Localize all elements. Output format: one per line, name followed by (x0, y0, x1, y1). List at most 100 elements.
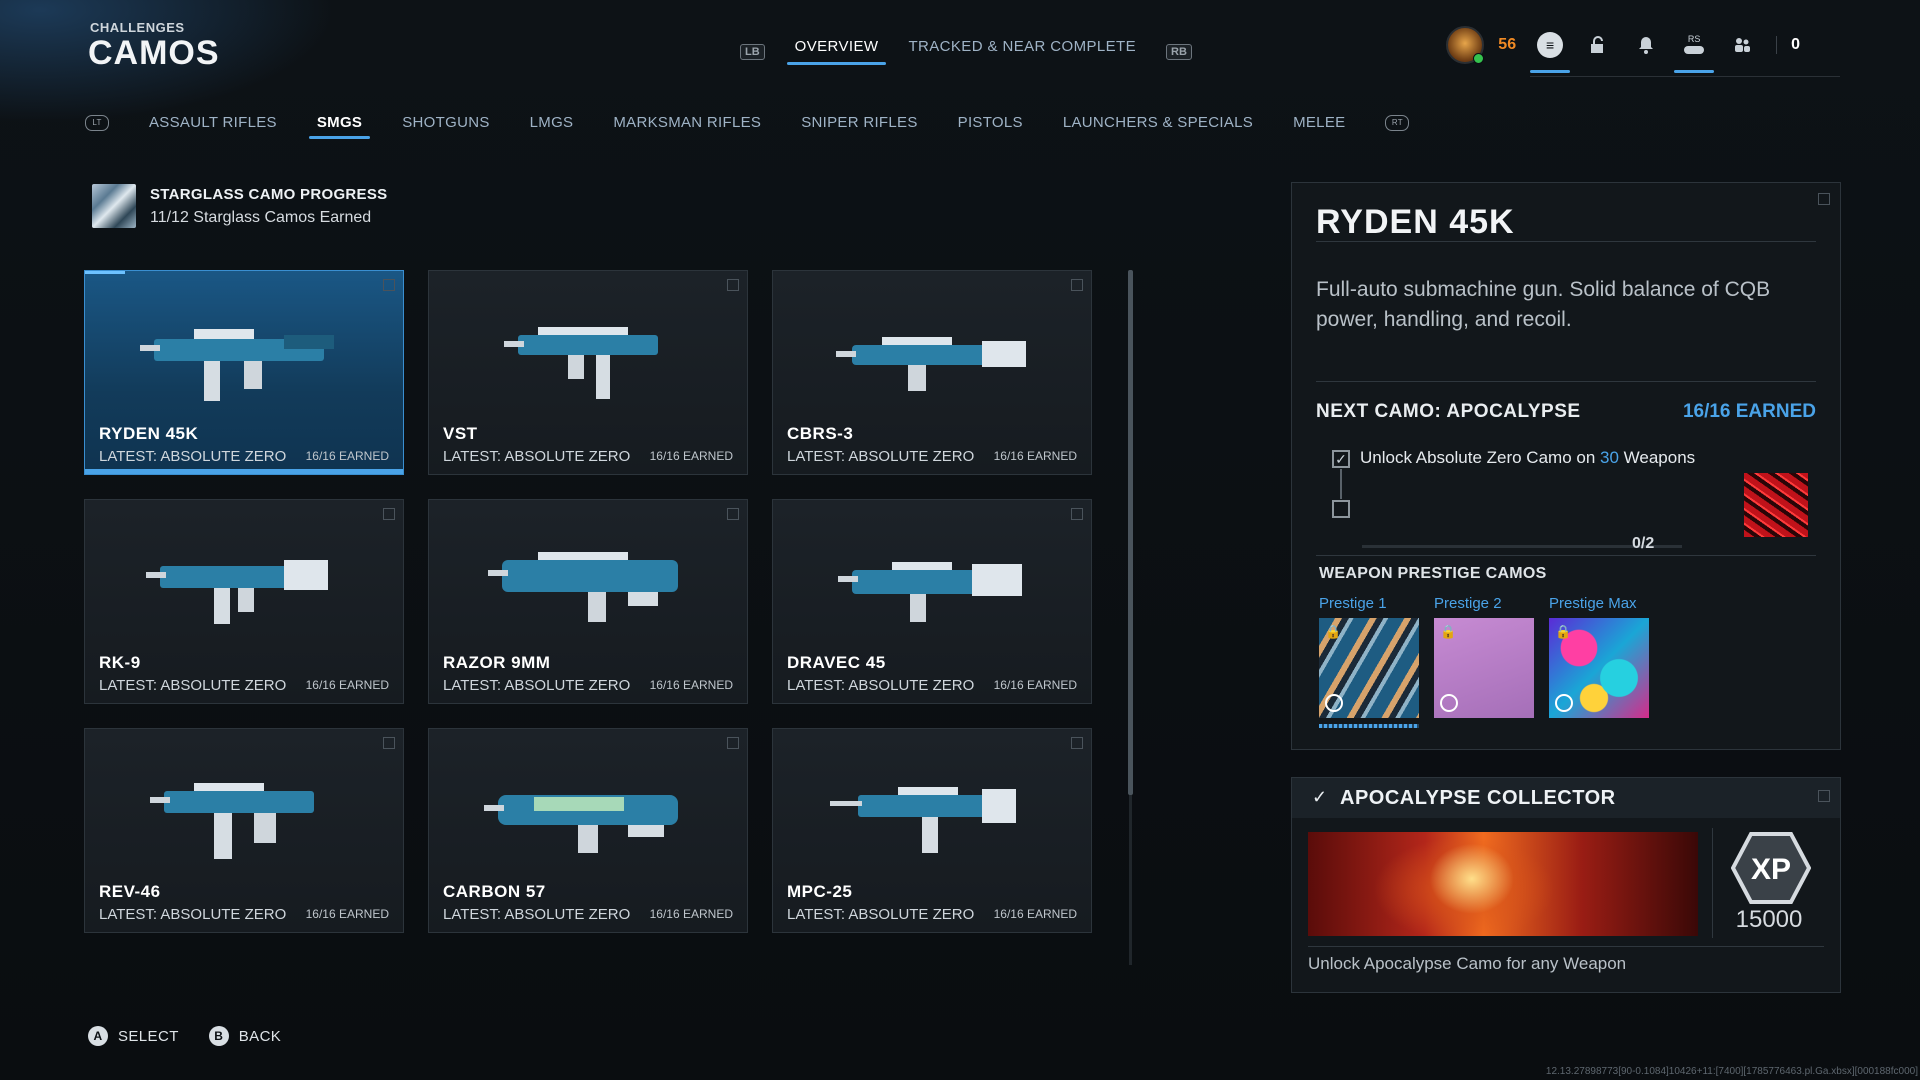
category-marksman-rifles[interactable]: MARKSMAN RIFLES (613, 114, 761, 139)
task-checkbox-incomplete (1332, 500, 1350, 518)
menu-icon: ≡ (1537, 32, 1564, 58)
rs-social-button[interactable]: RS (1674, 31, 1715, 73)
party-count: 0 (1776, 36, 1800, 54)
task-text: Unlock Absolute Zero Camo on (1360, 448, 1601, 467)
weapon-name: RAZOR 9MM (443, 653, 551, 672)
section-subtitle: CHALLENGES (90, 20, 185, 35)
challenge-task: Unlock Absolute Zero Camo on 30 Weapons (1360, 448, 1695, 468)
weapon-name: RYDEN 45K (99, 424, 199, 443)
lt-trigger-icon[interactable]: LT (85, 114, 109, 131)
player-level: 56 (1498, 36, 1517, 53)
category-launchers-specials[interactable]: LAUNCHERS & SPECIALS (1063, 114, 1253, 139)
prestige-camo-tile: 🔒 (1319, 618, 1419, 718)
divider (1308, 946, 1824, 947)
weapon-name: RK-9 (99, 653, 141, 672)
a-button-icon: A (88, 1026, 108, 1046)
tab-tracked-near-complete[interactable]: TRACKED & NEAR COMPLETE (908, 38, 1136, 65)
weapon-image (838, 562, 1022, 622)
category-melee[interactable]: MELEE (1293, 114, 1345, 139)
starglass-progress-title: STARGLASS CAMO PROGRESS (150, 185, 388, 203)
weapon-category-tabs: LT ASSAULT RIFLES SMGS SHOTGUNS LMGS MAR… (85, 114, 1410, 139)
panel-corner-marker (1818, 790, 1830, 802)
controller-icon (1684, 45, 1705, 54)
prestige-label: Prestige 1 (1319, 595, 1387, 612)
starglass-progress: STARGLASS CAMO PROGRESS 11/12 Starglass … (92, 184, 387, 228)
category-sniper-rifles[interactable]: SNIPER RIFLES (801, 114, 917, 139)
category-lmgs[interactable]: LMGS (530, 114, 574, 139)
task-target-count: 30 (1600, 448, 1619, 467)
weapon-grid: RYDEN 45K LATEST: ABSOLUTE ZERO 16/16 EA… (84, 270, 1092, 933)
prestige-camo-tile: 🔒 (1434, 618, 1534, 718)
prestige-badge-icon (1555, 694, 1573, 712)
weapon-card-rev-46[interactable]: REV-46 LATEST: ABSOLUTE ZERO 16/16 EARNE… (84, 728, 404, 933)
weapon-earned-count: 16/16 EARNED (649, 678, 733, 692)
card-corner-marker (727, 279, 739, 291)
unlock-icon[interactable] (1584, 31, 1612, 59)
hud-divider (1530, 76, 1840, 77)
weapon-earned-count: 16/16 EARNED (993, 907, 1077, 921)
prestige-badge-icon (1325, 694, 1343, 712)
category-smgs[interactable]: SMGS (308, 114, 371, 139)
divider (1316, 381, 1816, 382)
weapon-detail-panel: RYDEN 45K Full-auto submachine gun. Soli… (1291, 182, 1841, 750)
prestige-1-camo[interactable]: Prestige 1 🔒 (1319, 595, 1419, 728)
card-corner-marker (1071, 508, 1083, 520)
grid-scrollbar-thumb[interactable] (1128, 270, 1133, 795)
category-shotguns[interactable]: SHOTGUNS (402, 114, 489, 139)
divider (1316, 241, 1816, 242)
card-corner-marker (1071, 279, 1083, 291)
b-button-icon: B (208, 1026, 229, 1046)
weapon-card-mpc-25[interactable]: MPC-25 LATEST: ABSOLUTE ZERO 16/16 EARNE… (772, 728, 1092, 933)
weapon-card-vst[interactable]: VST LATEST: ABSOLUTE ZERO 16/16 EARNED (428, 270, 748, 475)
weapon-latest-camo: LATEST: ABSOLUTE ZERO (443, 448, 631, 465)
xp-badge-icon: XP (1731, 832, 1811, 904)
weapon-card-dravec-45[interactable]: DRAVEC 45 LATEST: ABSOLUTE ZERO 16/16 EA… (772, 499, 1092, 704)
weapon-earned-count: 16/16 EARNED (305, 449, 389, 463)
back-prompt[interactable]: B BACK (208, 1026, 281, 1046)
collector-artwork (1308, 832, 1698, 936)
xp-value: 15000 (1735, 906, 1803, 933)
rt-trigger-icon[interactable]: RT (1385, 114, 1410, 131)
weapon-card-razor-9mm[interactable]: RAZOR 9MM LATEST: ABSOLUTE ZERO 16/16 EA… (428, 499, 748, 704)
xp-reward: XP 15000 (1712, 828, 1825, 938)
apocalypse-collector-panel[interactable]: ✓ APOCALYPSE COLLECTOR XP 15000 Unlock A… (1291, 777, 1841, 993)
rank-emblem-icon[interactable] (1446, 26, 1485, 64)
category-pistols[interactable]: PISTOLS (958, 114, 1023, 139)
rb-bumper-icon[interactable]: RB (1166, 43, 1192, 60)
button-prompts: A SELECT B BACK (88, 1026, 281, 1046)
prestige-max-camo[interactable]: Prestige Max 🔒 (1549, 595, 1649, 718)
xp-label: XP (1751, 853, 1791, 886)
prestige-label: Prestige 2 (1434, 595, 1502, 612)
prestige-label: Prestige Max (1549, 595, 1637, 612)
lb-bumper-icon[interactable]: LB (740, 43, 765, 60)
weapon-earned-count: 16/16 EARNED (649, 449, 733, 463)
task-connector (1340, 469, 1342, 499)
card-corner-marker (727, 737, 739, 749)
next-camo-label: NEXT CAMO: APOCALYPSE (1316, 401, 1581, 422)
weapon-image (836, 337, 1026, 391)
weapon-latest-camo: LATEST: ABSOLUTE ZERO (443, 906, 631, 923)
card-corner-marker (383, 737, 395, 749)
weapon-card-ryden-45k[interactable]: RYDEN 45K LATEST: ABSOLUTE ZERO 16/16 EA… (84, 270, 404, 475)
weapon-image (504, 327, 658, 399)
tab-overview[interactable]: OVERVIEW (786, 38, 887, 65)
card-corner-marker (727, 508, 739, 520)
weapon-name: CBRS-3 (787, 424, 854, 443)
category-assault-rifles[interactable]: ASSAULT RIFLES (149, 114, 277, 139)
weapon-card-rk-9[interactable]: RK-9 LATEST: ABSOLUTE ZERO 16/16 EARNED (84, 499, 404, 704)
party-icon[interactable] (1728, 31, 1756, 59)
prestige-camos-header: WEAPON PRESTIGE CAMOS (1319, 565, 1547, 582)
build-version-string: 12.13.27898773[90-0.1084]10426+11:[7400]… (1545, 1066, 1918, 1077)
weapon-card-carbon-57[interactable]: CARBON 57 LATEST: ABSOLUTE ZERO 16/16 EA… (428, 728, 748, 933)
next-camo-earned: 16/16 EARNED (1682, 401, 1816, 422)
weapon-card-cbrs-3[interactable]: CBRS-3 LATEST: ABSOLUTE ZERO 16/16 EARNE… (772, 270, 1092, 475)
prestige-camo-tile: 🔒 (1549, 618, 1649, 718)
weapon-name: MPC-25 (787, 882, 853, 901)
player-hud: 56 ≡ RS 0 (1446, 26, 1800, 73)
select-prompt[interactable]: A SELECT (88, 1026, 179, 1046)
prestige-badge-icon (1440, 694, 1458, 712)
prestige-2-camo[interactable]: Prestige 2 🔒 (1434, 595, 1534, 718)
detail-description: Full-auto submachine gun. Solid balance … (1316, 278, 1771, 331)
menu-button[interactable]: ≡ (1530, 31, 1571, 73)
notifications-bell-icon[interactable] (1632, 31, 1660, 59)
